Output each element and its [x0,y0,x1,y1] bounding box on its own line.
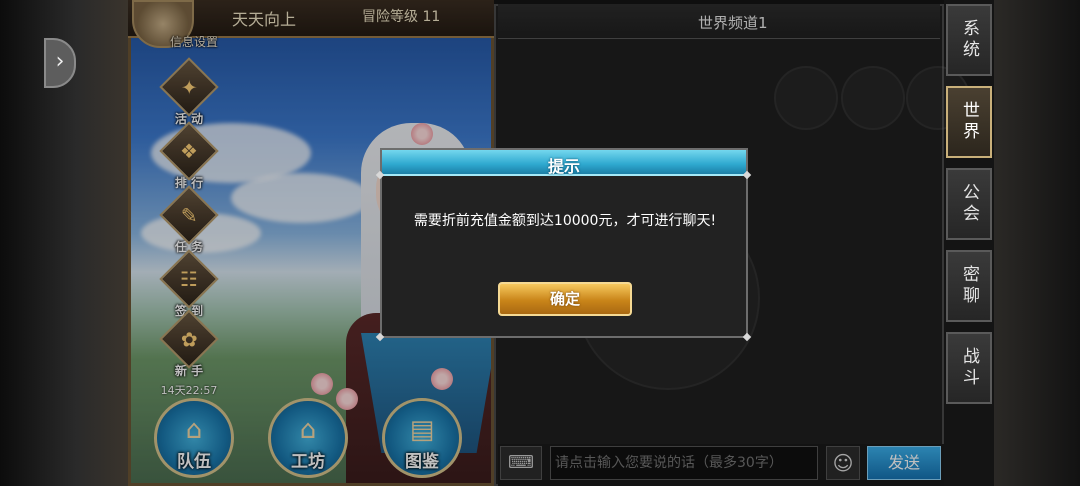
tab-guild[interactable]: 公会 [946,168,992,240]
tab-label: 密聊 [959,265,979,307]
tab-system[interactable]: 系统 [946,4,992,76]
dialog-title: 提示 [548,157,581,176]
confirm-button[interactable]: 确定 [498,282,632,316]
dialog-message: 需要折前充值金额到达10000元，才可进行聊天! [413,213,717,229]
tab-label: 战斗 [959,347,979,389]
tab-label: 系统 [959,19,979,61]
tab-battle[interactable]: 战斗 [946,332,992,404]
right-margin [994,0,1080,486]
chevron-right-icon: › [55,49,65,74]
tab-label: 公会 [959,183,979,225]
tab-world[interactable]: 世界 [946,86,992,158]
tab-label: 世界 [959,101,979,143]
tab-private[interactable]: 密聊 [946,250,992,322]
